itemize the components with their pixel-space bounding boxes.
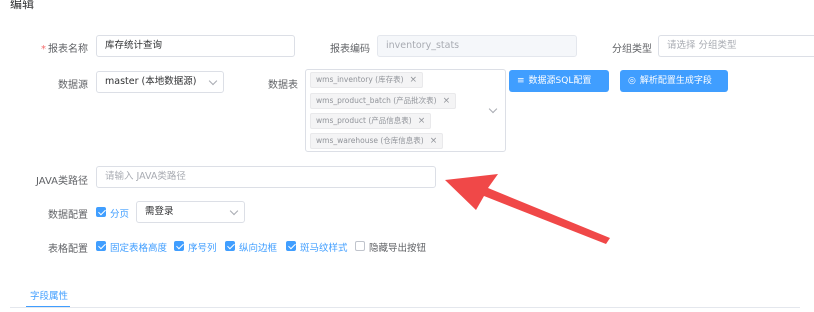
report-code-input[interactable]: inventory_stats [377,35,577,57]
table-config-label: 表格配置 [48,244,88,255]
sql-config-button-label: 数据源SQL配置 [528,76,592,86]
chevron-down-icon [488,104,498,114]
tab-field-properties[interactable]: 字段属性 [30,288,68,302]
datatable-tag-text: wms_product_batch (产品批次表) [316,96,437,105]
datatable-tag: wms_product (产品信息表) × [310,113,432,129]
datasource-select[interactable]: master (本地数据源) [96,71,224,93]
close-icon[interactable]: × [430,136,438,146]
required-mark: * [41,44,46,55]
stripe-label[interactable]: 斑马纹样式 [300,240,348,254]
login-select-value: 需登录 [145,206,174,217]
datatable-tag-text: wms_warehouse (仓库信息表) [316,136,424,145]
java-path-placeholder: 请输入 JAVA类路径 [105,171,186,182]
hide-export-label[interactable]: 隐藏导出按钮 [369,240,426,254]
close-icon[interactable]: × [443,96,451,106]
datatable-tag: wms_inventory (库存表) × [310,72,424,88]
index-column-label[interactable]: 序号列 [188,240,217,254]
paging-checkbox[interactable] [96,207,106,217]
login-select[interactable]: 需登录 [136,201,245,223]
report-name-input[interactable]: 库存统计查询 [96,35,295,57]
datatable-tag-text: wms_product (产品信息表) [316,116,412,125]
datatable-label: 数据表 [268,80,298,91]
fixed-height-label[interactable]: 固定表格高度 [110,240,167,254]
hide-export-checkbox[interactable] [355,241,365,251]
group-type-placeholder: 请选择 分组类型 [667,40,737,51]
java-path-input[interactable]: 请输入 JAVA类路径 [96,166,436,188]
vertical-border-checkbox[interactable] [225,241,235,251]
vertical-border-label[interactable]: 纵向边框 [239,240,277,254]
group-type-select[interactable]: 请选择 分组类型 [658,35,814,57]
report-code-label: 报表编码 [330,44,370,55]
paging-label[interactable]: 分页 [110,206,129,220]
parse-config-button[interactable]: ◎ 解析配置生成字段 [620,70,728,92]
search-icon: ◎ [628,76,636,86]
stripe-checkbox[interactable] [286,241,296,251]
close-icon[interactable]: × [418,116,426,126]
chevron-down-icon [229,206,239,216]
datasource-label: 数据源 [58,80,88,91]
parse-config-button-label: 解析配置生成字段 [639,76,712,86]
data-config-label: 数据配置 [48,210,88,221]
datatable-tag: wms_warehouse (仓库信息表) × [310,133,444,149]
java-path-label: JAVA类路径 [35,176,88,187]
chevron-down-icon [208,76,218,86]
datasource-value: master (本地数据源) [105,76,197,87]
index-column-checkbox[interactable] [174,241,184,251]
arrow-annotation-icon [445,174,610,244]
datatable-tag: wms_product_batch (产品批次表) × [310,93,457,109]
arrow-annotation-shape [445,174,610,244]
datatable-tag-text: wms_inventory (库存表) [316,75,404,84]
tabs-divider [10,307,800,308]
report-name-label-text: 报表名称 [48,44,88,55]
group-type-label: 分组类型 [612,44,652,55]
sql-config-button[interactable]: ≡ 数据源SQL配置 [509,70,609,92]
page-title: 编辑 [10,0,35,11]
close-icon[interactable]: × [410,75,418,85]
list-icon: ≡ [517,76,525,86]
report-name-label: * 报表名称 [38,40,88,55]
fixed-height-checkbox[interactable] [96,241,106,251]
